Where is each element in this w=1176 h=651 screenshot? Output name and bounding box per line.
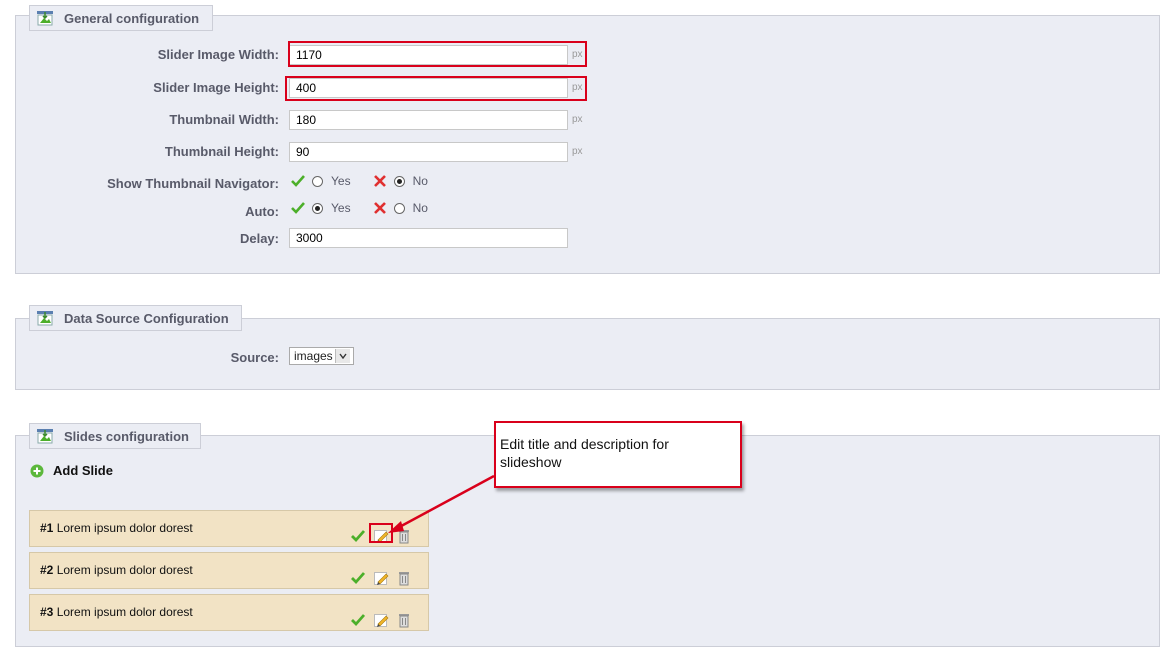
check-icon [291,175,305,187]
slider-height-label: Slider Image Height: [153,80,279,95]
thumb-width-unit: px [572,114,583,125]
auto-label: Auto: [245,204,279,219]
auto-yes-radio[interactable] [312,202,323,214]
source-label: Source: [230,350,279,365]
slide-actions [350,570,412,586]
delete-icon[interactable] [396,528,412,544]
general-config-legend: General configuration [29,5,213,31]
config-legend-icon [36,428,54,444]
slide-number: #2 [40,563,54,577]
cross-icon [373,175,387,187]
general-config-title: General configuration [64,10,200,26]
check-icon[interactable] [350,612,366,628]
source-select[interactable]: images [289,347,354,365]
slide-item: #1 Lorem ipsum dolor dorest [29,510,429,547]
add-slide-label: Add Slide [53,463,113,478]
slide-item: #2 Lorem ipsum dolor dorest [29,552,429,589]
annotation-callout: Edit title and description for slideshow [494,421,742,488]
slides-title: Slides configuration [64,428,189,444]
slider-width-label: Slider Image Width: [157,47,279,62]
slide-actions [350,528,412,544]
edit-icon[interactable] [373,612,389,628]
thumb-height-unit: px [572,146,583,157]
edit-icon[interactable] [373,528,389,544]
cross-icon [373,202,387,214]
chevron-down-icon [334,349,350,363]
delay-input[interactable] [289,228,568,248]
slides-legend: Slides configuration [29,423,201,449]
show-nav-no-label: No [412,174,428,188]
show-nav-yes-radio[interactable] [312,175,323,187]
slide-actions [350,612,412,628]
edit-icon[interactable] [373,570,389,586]
thumb-height-input[interactable] [289,142,568,162]
source-select-value: images [294,349,333,363]
slider-height-input[interactable] [289,78,568,98]
slide-title-text: Lorem ipsum dolor dorest [56,521,193,535]
slider-height-unit: px [572,82,583,93]
add-slide-button[interactable]: Add Slide [30,463,113,478]
show-nav-options: Yes No [291,174,428,188]
slider-width-unit: px [572,49,583,60]
slide-number: #1 [40,521,54,535]
slide-title-text: Lorem ipsum dolor dorest [56,605,193,619]
thumb-width-label: Thumbnail Width: [169,112,279,127]
thumb-width-input[interactable] [289,110,568,130]
check-icon[interactable] [350,570,366,586]
auto-no-label: No [412,201,428,215]
auto-options: Yes No [291,201,428,215]
config-legend-icon [36,10,54,26]
add-icon [30,464,44,478]
show-nav-no-radio[interactable] [393,175,405,187]
slide-number: #3 [40,605,54,619]
slide-title: #3 Lorem ipsum dolor dorest [40,605,193,619]
delete-icon[interactable] [396,612,412,628]
thumb-height-label: Thumbnail Height: [164,144,279,159]
slide-item: #3 Lorem ipsum dolor dorest [29,594,429,631]
show-nav-yes-label: Yes [331,174,351,188]
slider-width-input[interactable] [289,45,568,65]
check-icon [291,202,305,214]
slide-title: #1 Lorem ipsum dolor dorest [40,521,193,535]
delay-label: Delay: [239,231,279,246]
auto-no-radio[interactable] [393,202,405,214]
auto-yes-label: Yes [331,201,351,215]
datasource-title: Data Source Configuration [64,310,229,326]
slide-title-text: Lorem ipsum dolor dorest [56,563,193,577]
config-legend-icon [36,310,54,326]
delete-icon[interactable] [396,570,412,586]
show-nav-label: Show Thumbnail Navigator: [107,176,279,191]
datasource-legend: Data Source Configuration [29,305,242,331]
slide-title: #2 Lorem ipsum dolor dorest [40,563,193,577]
check-icon[interactable] [350,528,366,544]
